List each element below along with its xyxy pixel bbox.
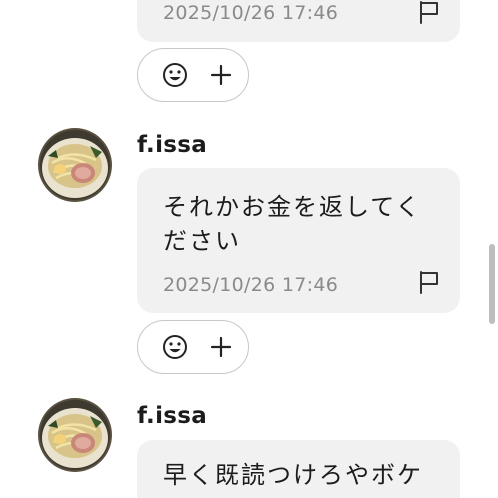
reaction-pill[interactable] bbox=[137, 320, 249, 374]
message-text-line: それかお金を返してく bbox=[163, 193, 422, 221]
avatar[interactable] bbox=[38, 128, 112, 202]
message-bubble: それかお金を返してく ださい 2025/10/26 17:46 bbox=[137, 168, 460, 313]
avatar[interactable] bbox=[38, 398, 112, 472]
username[interactable]: f.issa bbox=[137, 132, 207, 158]
flag-icon[interactable] bbox=[418, 0, 440, 24]
message-bubble: 2025/10/26 17:46 bbox=[137, 0, 460, 42]
message-text-line: 早く既読つけろやボケ bbox=[163, 461, 423, 489]
flag-icon[interactable] bbox=[418, 270, 440, 294]
smile-icon[interactable] bbox=[162, 62, 188, 88]
message-timestamp: 2025/10/26 17:46 bbox=[163, 274, 339, 296]
username[interactable]: f.issa bbox=[137, 403, 207, 429]
message-timestamp: 2025/10/26 17:46 bbox=[163, 2, 339, 24]
scrollbar[interactable] bbox=[489, 244, 495, 324]
message-bubble: 早く既読つけろやボケ bbox=[137, 440, 460, 498]
message-text-line: ださい bbox=[163, 227, 241, 255]
plus-icon[interactable] bbox=[209, 335, 233, 359]
reaction-pill[interactable] bbox=[137, 48, 249, 102]
plus-icon[interactable] bbox=[209, 63, 233, 87]
smile-icon[interactable] bbox=[162, 334, 188, 360]
chat-thread: 2025/10/26 17:46 f.issa それかお金を返してく ださい 2… bbox=[0, 0, 498, 498]
